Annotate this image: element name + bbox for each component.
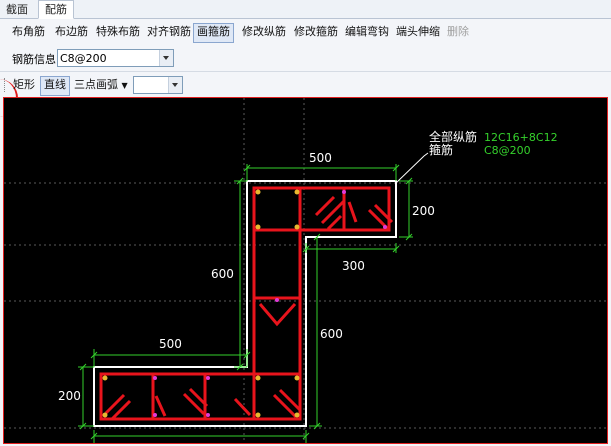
note-longitudinal-value: 12C16+8C12	[484, 131, 558, 144]
chevron-down-icon	[163, 56, 169, 60]
draw-mode-toolbar: 矩形 直线 三点画弧 ▼	[0, 71, 611, 98]
note-longitudinal-label: 全部纵筋	[429, 129, 477, 144]
section-outline	[93, 180, 397, 427]
align-rebar-button[interactable]: 对齐钢筋	[144, 23, 194, 41]
rebar-info-dropdown[interactable]	[159, 50, 173, 66]
toolbar-grip-handle[interactable]	[4, 78, 7, 92]
dim-bottom-height: 200	[58, 389, 81, 403]
draw-option-dropdown[interactable]	[168, 77, 182, 93]
rebar-info-combo[interactable]: C8@200	[57, 49, 174, 67]
middle-rebar-points	[153, 190, 387, 417]
edit-hook-button[interactable]: 编辑弯钩	[342, 23, 392, 41]
tab-reinforcement[interactable]: 配筋	[38, 0, 74, 19]
dim-right-height: 600	[320, 327, 343, 341]
note-stirrup-label: 箍筋	[429, 142, 453, 157]
arc-mode-button[interactable]: 三点画弧 ▼	[71, 76, 131, 94]
dim-bottom-width: 500	[159, 337, 182, 351]
drawing-canvas[interactable]: 500 200 300 600 600 500 200 全部纵筋 箍筋 12C1…	[3, 97, 608, 444]
dim-top-height: 200	[412, 204, 435, 218]
line-mode-button[interactable]: 直线	[40, 76, 70, 96]
end-extend-button[interactable]: 端头伸缩	[393, 23, 443, 41]
tab-section[interactable]: 截面	[0, 1, 34, 18]
rebar-info-bar: 钢筋信息 C8@200	[0, 45, 611, 117]
modify-longitudinal-button[interactable]: 修改纵筋	[239, 23, 289, 41]
dim-step-width: 300	[342, 259, 365, 273]
dim-left-height: 600	[211, 267, 234, 281]
chevron-down-icon: ▼	[121, 81, 128, 90]
chevron-down-icon	[172, 83, 178, 87]
rect-mode-button[interactable]: 矩形	[10, 76, 38, 94]
longitudinal-rebar-points	[102, 189, 300, 418]
draw-option-combo[interactable]	[133, 76, 183, 94]
rebar-info-label: 钢筋信息	[12, 53, 56, 66]
reinforcement-toolbar: 布角筋 布边筋 特殊布筋 对齐钢筋 画箍筋 修改纵筋 修改箍筋 编辑弯钩 端头伸…	[0, 19, 611, 45]
modify-stirrup-button[interactable]: 修改箍筋	[291, 23, 341, 41]
special-rebar-button[interactable]: 特殊布筋	[93, 23, 143, 41]
draw-stirrup-button[interactable]: 画箍筋	[193, 23, 234, 43]
edge-rebar-button[interactable]: 布边筋	[52, 23, 91, 41]
delete-button[interactable]: 删除	[444, 23, 472, 41]
rebar-info-value: C8@200	[60, 52, 107, 65]
section-drawing[interactable]: 500 200 300 600 600 500 200 全部纵筋 箍筋 12C1…	[4, 98, 607, 443]
tab-bar: 截面 配筋	[0, 0, 611, 19]
dim-top-width: 500	[309, 151, 332, 165]
arc-mode-label: 三点画弧	[74, 78, 118, 91]
corner-rebar-button[interactable]: 布角筋	[9, 23, 48, 41]
note-stirrup-value: C8@200	[484, 144, 531, 157]
